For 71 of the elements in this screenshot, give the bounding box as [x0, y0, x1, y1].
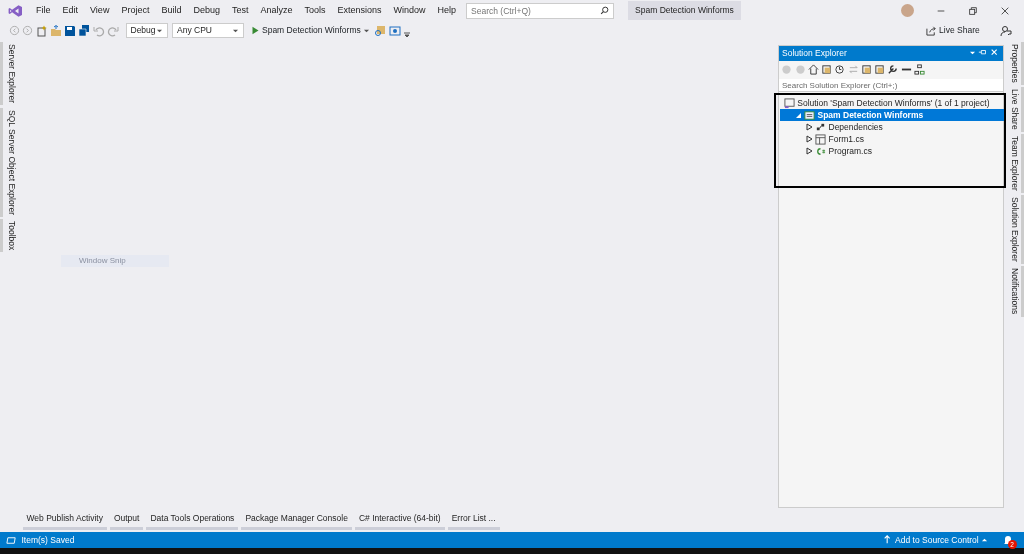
tree-item[interactable]: Solution 'Spam Detection Winforms' (1 of 1 project): [780, 97, 1004, 110]
side-tab[interactable]: SQL Server Object Explorer: [0, 107, 18, 217]
side-tab[interactable]: Live Share: [1008, 87, 1024, 132]
caret-icon: [981, 537, 988, 543]
menu-item[interactable]: Tools: [298, 3, 332, 18]
caret-icon: [155, 27, 163, 34]
home-icon[interactable]: [807, 64, 819, 75]
menu-item[interactable]: Build: [155, 3, 188, 18]
project-icon: [804, 109, 816, 121]
restore-icon[interactable]: [968, 5, 978, 16]
save-icon[interactable]: [64, 24, 76, 37]
dependencies-icon: [815, 121, 827, 133]
side-tab[interactable]: Notifications: [1008, 266, 1024, 317]
menu-item[interactable]: Project: [115, 3, 156, 18]
bottom-tab[interactable]: Package Manager Console: [241, 511, 352, 530]
up-arrow-icon: [882, 535, 893, 545]
bottom-tab[interactable]: Error List ...: [447, 511, 500, 530]
bottom-tab[interactable]: Web Publish Activity: [22, 511, 107, 530]
side-tab[interactable]: Team Explorer: [1008, 134, 1024, 193]
menu-item[interactable]: Extensions: [331, 3, 388, 18]
side-tab[interactable]: Properties: [1008, 42, 1024, 85]
form-icon: [815, 133, 827, 145]
logo-icon: [8, 3, 22, 18]
panel-title: Solution Explorer: [782, 46, 848, 60]
menu-item[interactable]: File: [30, 3, 57, 18]
side-tab[interactable]: Toolbox: [0, 218, 18, 253]
configuration-dropdown[interactable]: Debug: [125, 23, 168, 38]
find-in-files-icon[interactable]: [374, 24, 387, 37]
tooltip: Window Snip: [61, 255, 169, 267]
menu-item[interactable]: Edit: [56, 3, 85, 18]
menu-item[interactable]: Analyze: [254, 3, 299, 18]
save-all-icon[interactable]: [78, 24, 91, 37]
expanded-icon[interactable]: [795, 111, 802, 119]
tree-item[interactable]: Dependencies: [780, 121, 1004, 134]
search-icon: [600, 6, 610, 15]
play-icon: [250, 26, 260, 35]
platform-dropdown[interactable]: Any CPU: [172, 23, 244, 38]
caret-icon: [232, 27, 239, 34]
close-icon[interactable]: [1000, 5, 1010, 16]
bottom-tab[interactable]: Output: [109, 511, 144, 530]
menu-item[interactable]: Window: [387, 3, 432, 18]
bottom-tab[interactable]: Data Tools Operations: [146, 511, 239, 530]
share-icon: [925, 25, 937, 36]
start-button[interactable]: Spam Detection Winforms: [248, 24, 373, 37]
close-icon[interactable]: [990, 48, 1000, 58]
menu-item[interactable]: Debug: [187, 3, 226, 18]
feedback-icon[interactable]: [1000, 24, 1012, 37]
diagram-icon[interactable]: [913, 64, 925, 75]
caret-icon[interactable]: [968, 50, 976, 56]
solution-icon: [784, 97, 795, 109]
csharp-icon: [815, 145, 827, 157]
menu-item[interactable]: Test: [225, 3, 255, 18]
menu-item[interactable]: View: [84, 3, 116, 18]
source-control-button[interactable]: Add to Source Control: [882, 533, 988, 547]
status-icon: [6, 534, 17, 546]
screenshot-icon[interactable]: [388, 24, 401, 37]
bottom-tab[interactable]: C# Interactive (64-bit): [354, 511, 445, 530]
tree-item[interactable]: Form1.cs: [780, 133, 1004, 146]
side-tab[interactable]: Solution Explorer: [1008, 195, 1024, 264]
tree-item[interactable]: Program.cs: [780, 145, 1004, 158]
status-message: Item(s) Saved: [21, 533, 76, 547]
live-share-button[interactable]: Live Share: [925, 24, 980, 37]
new-item-icon[interactable]: [35, 24, 48, 37]
search-field[interactable]: Search (Ctrl+Q): [466, 2, 615, 19]
properties-icon[interactable]: [887, 64, 899, 75]
tree-item[interactable]: Spam Detection Winforms: [780, 109, 1004, 122]
side-tab[interactable]: Server Explorer: [0, 42, 18, 106]
caret-icon: [363, 27, 370, 34]
window-title: Spam Detection Winforms: [628, 1, 741, 20]
menu-item[interactable]: Help: [431, 3, 463, 18]
history-icon[interactable]: [834, 64, 846, 75]
